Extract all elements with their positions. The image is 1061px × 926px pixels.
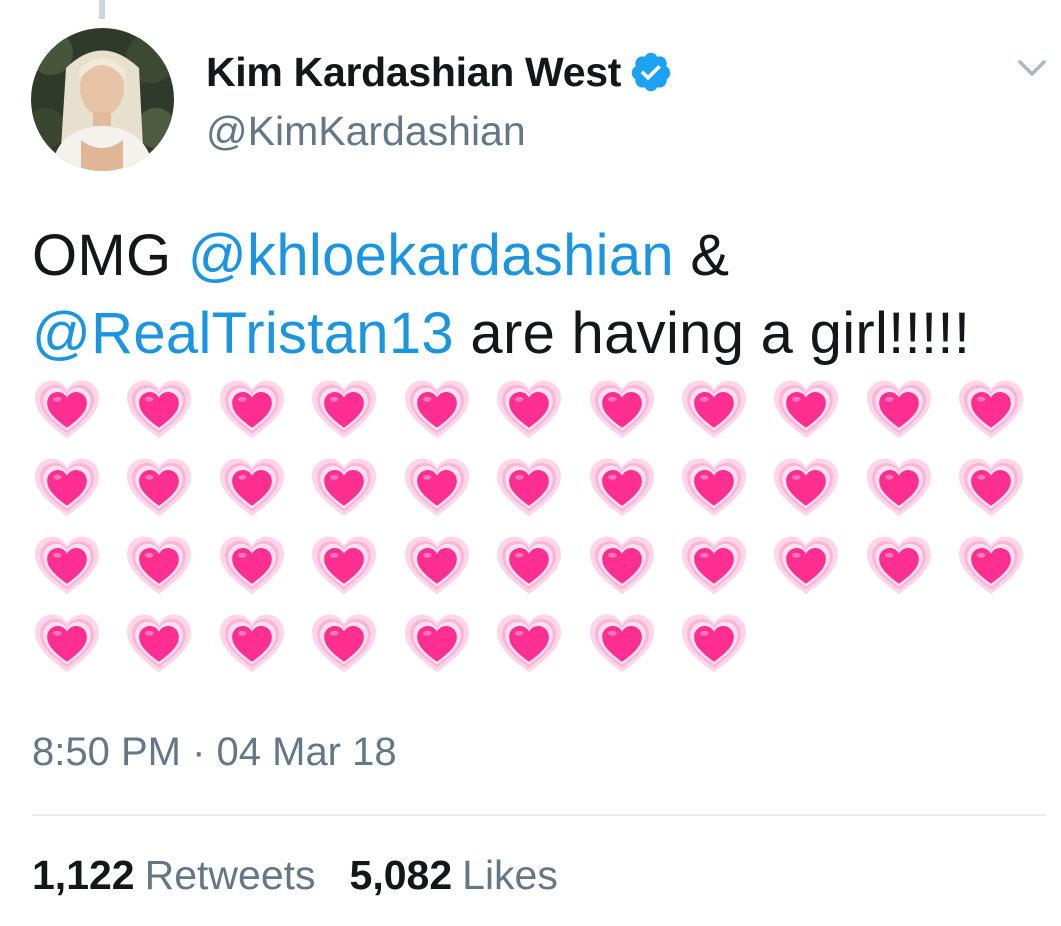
growing-heart-icon [309,377,379,441]
growing-heart-icon [217,377,287,441]
verified-badge-icon [631,52,671,92]
heart-emoji-group [32,379,1032,678]
growing-heart-icon [124,611,194,675]
growing-heart-icon [587,611,657,675]
growing-heart-icon [494,533,564,597]
growing-heart-icon [217,533,287,597]
likes-label: Likes [462,852,558,898]
author-row[interactable]: Kim Kardashian West [206,48,673,96]
growing-heart-icon [217,611,287,675]
growing-heart-icon [587,377,657,441]
growing-heart-icon [32,611,102,675]
growing-heart-icon [494,611,564,675]
growing-heart-icon [124,533,194,597]
growing-heart-icon [32,533,102,597]
growing-heart-icon [402,533,472,597]
growing-heart-icon [771,533,841,597]
growing-heart-icon [124,377,194,441]
author-display-name[interactable]: Kim Kardashian West [206,49,621,96]
tweet-text-connector: & [673,223,730,288]
chevron-down-icon[interactable] [1014,52,1050,82]
growing-heart-icon [309,455,379,519]
growing-heart-icon [402,377,472,441]
growing-heart-icon [956,455,1026,519]
retweets-count: 1,122 [32,852,135,898]
retweets-label: Retweets [144,852,316,898]
divider [32,814,1046,816]
growing-heart-icon [494,377,564,441]
mention-realtristan13[interactable]: @RealTristan13 [32,301,454,366]
growing-heart-icon [309,533,379,597]
tweet-stats: 1,122 Retweets 5,082 Likes [32,852,558,899]
likes-stat[interactable]: 5,082 Likes [350,852,558,899]
growing-heart-icon [32,377,102,441]
growing-heart-icon [771,455,841,519]
growing-heart-icon [217,455,287,519]
tweet-timestamp[interactable]: 8:50 PM · 04 Mar 18 [32,730,397,775]
growing-heart-icon [402,611,472,675]
growing-heart-icon [587,533,657,597]
author-handle[interactable]: @KimKardashian [206,108,526,155]
growing-heart-icon [32,455,102,519]
likes-count: 5,082 [349,852,453,898]
growing-heart-icon [864,455,934,519]
growing-heart-icon [864,377,934,441]
tweet-text-prefix: OMG [32,223,188,288]
growing-heart-icon [956,377,1026,441]
growing-heart-icon [864,533,934,597]
avatar[interactable] [31,28,174,171]
tweet-text: OMG @khloekardashian & @RealTristan13 ar… [32,217,1042,685]
growing-heart-icon [124,455,194,519]
growing-heart-icon [679,377,749,441]
growing-heart-icon [679,533,749,597]
growing-heart-icon [679,611,749,675]
growing-heart-icon [309,611,379,675]
growing-heart-icon [587,455,657,519]
tweet-text-middle: are having a girl!!!!! [453,301,971,366]
growing-heart-icon [956,533,1026,597]
growing-heart-icon [771,377,841,441]
thread-connector-line [99,0,105,19]
growing-heart-icon [402,455,472,519]
growing-heart-icon [679,455,749,519]
growing-heart-icon [494,455,564,519]
retweets-stat[interactable]: 1,122 Retweets [32,852,316,899]
mention-khloekardashian[interactable]: @khloekardashian [188,223,674,288]
